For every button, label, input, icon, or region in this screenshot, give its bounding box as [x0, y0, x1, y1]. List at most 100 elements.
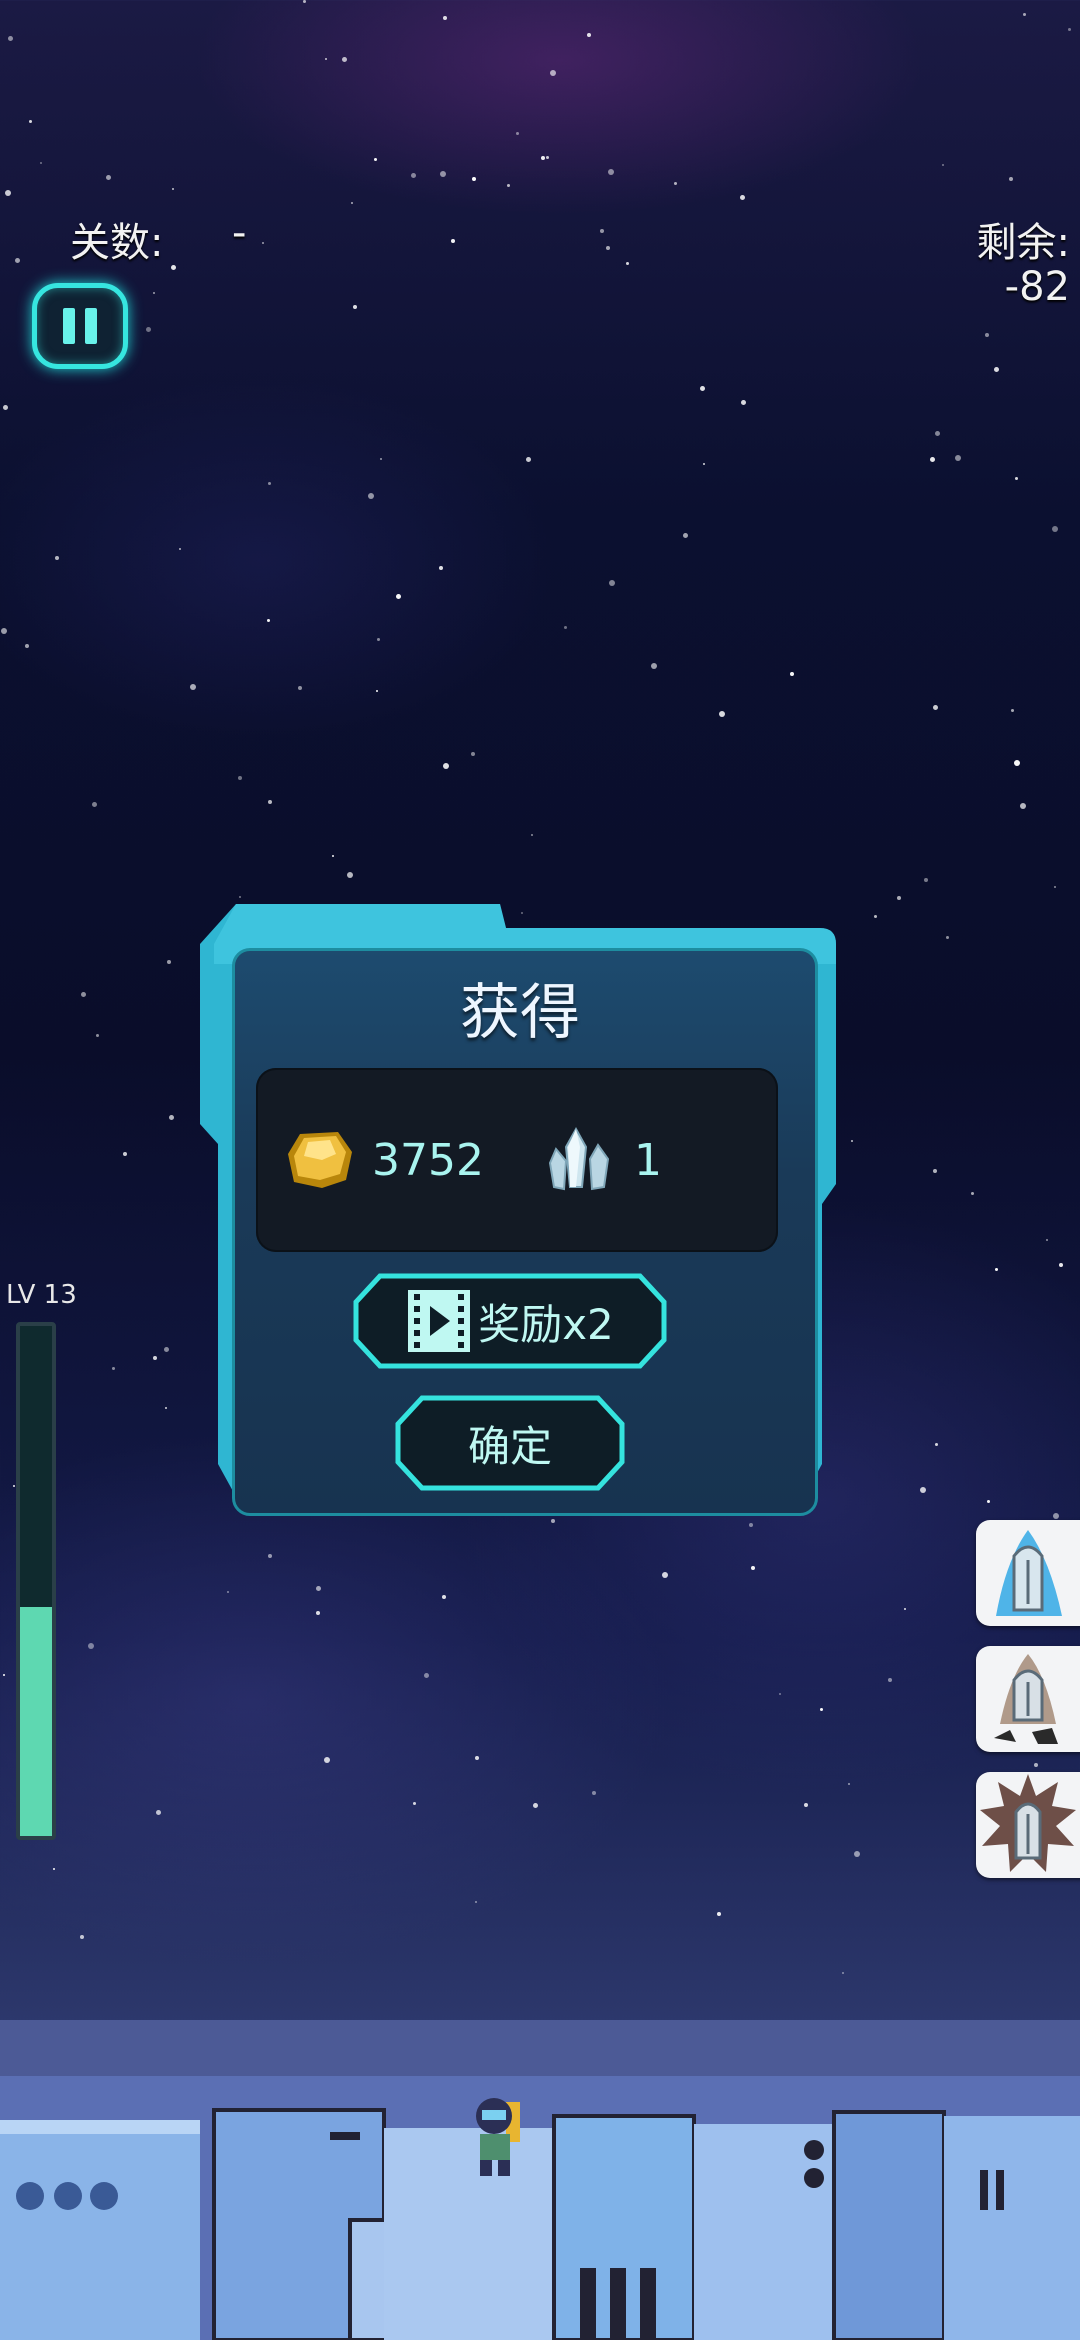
- star: [995, 1268, 998, 1271]
- pause-button[interactable]: [32, 283, 128, 369]
- star: [933, 705, 938, 710]
- star: [267, 619, 270, 622]
- star: [930, 457, 935, 462]
- blast-bullet-icon: [980, 1774, 1076, 1872]
- star: [516, 132, 519, 135]
- star: [531, 834, 533, 836]
- star: [475, 1756, 479, 1760]
- pause-icon: [63, 308, 75, 344]
- star: [935, 1443, 938, 1446]
- star: [268, 1554, 272, 1558]
- star: [971, 1192, 974, 1195]
- star: [851, 1140, 853, 1142]
- star: [171, 265, 176, 270]
- star: [303, 0, 306, 3]
- star: [751, 1566, 755, 1570]
- star: [227, 1591, 229, 1593]
- confirm-button[interactable]: 确定: [394, 1394, 626, 1492]
- star: [924, 878, 928, 882]
- star: [1014, 760, 1020, 766]
- star: [298, 686, 302, 690]
- player-level-label: LV 13: [6, 1280, 77, 1310]
- star: [377, 638, 380, 641]
- ice-bullet-skill-button[interactable]: [976, 1520, 1080, 1626]
- star: [719, 711, 725, 717]
- star: [443, 16, 447, 20]
- star: [13, 1485, 15, 1487]
- star: [268, 482, 271, 485]
- star: [380, 458, 382, 460]
- star: [550, 70, 556, 76]
- star: [123, 1152, 127, 1156]
- star: [946, 936, 949, 939]
- star: [1011, 709, 1014, 712]
- pause-icon: [85, 308, 97, 344]
- star: [471, 752, 475, 756]
- star: [541, 156, 545, 160]
- star: [411, 173, 416, 178]
- blast-bullet-skill-button[interactable]: [976, 1772, 1080, 1878]
- star: [1059, 1263, 1063, 1267]
- star: [332, 855, 334, 857]
- star: [933, 1169, 937, 1173]
- star: [1053, 1513, 1059, 1519]
- star: [262, 242, 264, 244]
- star: [700, 386, 705, 391]
- crystal-amount: 1: [634, 1134, 662, 1186]
- star: [935, 431, 940, 436]
- star: [165, 1407, 167, 1409]
- star: [854, 1851, 860, 1857]
- star: [703, 463, 705, 465]
- star: [1068, 28, 1071, 31]
- remaining-value: -82: [1004, 264, 1070, 310]
- star: [1, 628, 7, 634]
- star: [1046, 1239, 1048, 1241]
- star: [651, 663, 657, 669]
- star: [172, 188, 174, 190]
- star: [740, 195, 745, 200]
- reward-panel: 3752 1: [256, 1068, 778, 1252]
- star: [106, 175, 111, 180]
- star: [316, 1586, 321, 1591]
- star: [592, 1791, 596, 1795]
- player-character: [476, 2098, 520, 2176]
- star: [347, 872, 353, 878]
- star: [451, 239, 455, 243]
- star: [942, 164, 944, 166]
- star: [741, 400, 746, 405]
- star: [1052, 526, 1058, 532]
- star: [440, 171, 446, 177]
- star: [239, 896, 241, 898]
- star: [374, 158, 377, 161]
- star: [820, 1708, 823, 1711]
- ice-bullet-icon: [996, 1530, 1062, 1616]
- star: [353, 305, 357, 309]
- rock-bullet-skill-button[interactable]: [976, 1646, 1080, 1752]
- star: [955, 455, 961, 461]
- star: [368, 493, 374, 499]
- star: [15, 258, 20, 263]
- star: [1034, 1763, 1038, 1767]
- star: [376, 690, 378, 692]
- star: [472, 177, 476, 181]
- star: [600, 229, 604, 233]
- star: [790, 672, 794, 676]
- double-reward-button[interactable]: 奖励x2: [352, 1272, 668, 1370]
- crystal-reward: 1: [546, 1068, 662, 1252]
- star: [169, 1115, 174, 1120]
- star: [190, 684, 196, 690]
- level-value: -: [232, 210, 247, 256]
- confirm-label: 确定: [467, 1421, 552, 1471]
- star: [994, 367, 999, 372]
- star: [342, 57, 347, 62]
- gold-amount: 3752: [372, 1134, 484, 1186]
- star: [749, 1523, 753, 1527]
- star: [325, 58, 327, 60]
- star: [987, 1500, 990, 1503]
- star: [424, 1673, 429, 1678]
- star: [609, 580, 615, 586]
- star: [920, 1487, 926, 1493]
- star: [153, 1356, 157, 1360]
- star: [156, 1810, 161, 1815]
- star: [29, 120, 32, 123]
